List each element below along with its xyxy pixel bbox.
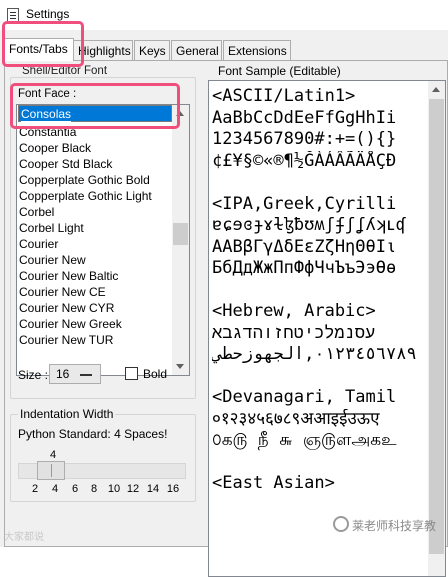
- font-sample-line: עסנמלכיטחזוהדגבא: [212, 322, 376, 343]
- font-sample-line: [212, 366, 434, 388]
- font-list-item[interactable]: Cooper Black: [18, 140, 173, 156]
- font-sample-line: 1234567890#:+=(){}: [212, 129, 397, 149]
- font-sample-line: БбДдЖжПпФфЧчЪъЭэѲѳ: [212, 258, 397, 278]
- font-list-item[interactable]: Corbel: [18, 204, 173, 220]
- font-list-scrollbar[interactable]: [172, 105, 189, 375]
- watermark-right: 莱老师科技享教: [352, 519, 437, 533]
- watermark-left: 大家都说: [4, 532, 44, 543]
- font-list-item[interactable]: Constantia: [18, 124, 173, 140]
- scroll-thumb[interactable]: [173, 223, 188, 245]
- scroll-up-icon[interactable]: [432, 87, 440, 92]
- tab-highlights[interactable]: Highlights: [73, 40, 133, 60]
- title-bar: Settings: [0, 0, 448, 30]
- settings-dialog: Fonts/Tabs Highlights Keys General Exten…: [0, 30, 448, 577]
- size-label: Size :: [18, 368, 49, 382]
- font-sample-line: AaBbCcDdEeFfGgHhIi: [212, 107, 397, 128]
- font-list-item[interactable]: Corbel Light: [18, 220, 173, 236]
- tab-general[interactable]: General: [171, 40, 222, 60]
- indent-tick-label: 16: [166, 483, 180, 495]
- indent-tick-label: 4: [51, 483, 59, 495]
- shell-editor-font-label: Shell/Editor Font: [20, 65, 110, 77]
- font-sample-line: <Devanagari, Tamil: [212, 387, 397, 407]
- scroll-up-icon[interactable]: [176, 111, 184, 116]
- font-list-item[interactable]: Courier: [18, 236, 173, 252]
- font-sample-line: ɐɕɘɞɟɤɫɮƀʊʍʃʄʃʆʎʞʟʠ: [212, 215, 407, 235]
- font-sample-line: [212, 280, 434, 302]
- font-face-label: Font Face :: [18, 88, 77, 100]
- size-select[interactable]: 16: [49, 364, 101, 384]
- tab-keys[interactable]: Keys: [134, 40, 170, 60]
- font-sample-line: ¢£¥§©«®¶½ĞÀÁÂÃÄÅÇĐ: [212, 150, 397, 171]
- sample-scrollbar[interactable]: [428, 81, 445, 576]
- indent-slider-thumb[interactable]: [37, 461, 65, 480]
- scroll-down-icon[interactable]: [176, 364, 184, 369]
- indent-tick-label: 2: [31, 483, 39, 495]
- font-sample-line: ΑΑΒβΓγΔδΕεΖζΗηΘθΙι: [212, 236, 397, 257]
- watermark-logo-icon: [333, 516, 349, 532]
- font-sample-line: <Hebrew, Arabic>: [212, 301, 376, 321]
- indent-slider-value: 4: [50, 449, 57, 461]
- font-list-item[interactable]: Courier New Baltic: [18, 268, 173, 284]
- tab-fonts-tabs[interactable]: Fonts/Tabs: [4, 38, 74, 61]
- window-title: Settings: [26, 7, 70, 21]
- scroll-thumb[interactable]: [429, 99, 444, 554]
- font-sample-line: <IPA,Greek,Cyrilli: [212, 193, 397, 214]
- font-sample-line: ०१२३४५६७८९अआइईउऊए: [212, 408, 380, 429]
- font-sample-label: Font Sample (Editable): [218, 64, 341, 78]
- font-list-item[interactable]: Copperplate Gothic Bold: [18, 172, 173, 188]
- bold-checkbox[interactable]: [125, 367, 138, 380]
- selected-font-item[interactable]: Consolas: [18, 105, 172, 122]
- dropdown-icon: [80, 374, 92, 376]
- font-list-item[interactable]: Courier New TUR: [18, 332, 173, 348]
- font-sample-textarea[interactable]: <ASCII/Latin1> AaBbCcDdEeFfGgHhIi 12345678…: [208, 80, 446, 577]
- font-sample-text: <ASCII/Latin1> AaBbCcDdEeFfGgHhIi 12345678…: [212, 86, 434, 495]
- font-list-item[interactable]: Courier New Greek: [18, 316, 173, 332]
- selected-font-label: Consolas: [21, 107, 72, 122]
- font-sample-line: [212, 452, 434, 474]
- font-list-item[interactable]: Courier New CE: [18, 284, 173, 300]
- font-list-item[interactable]: Copperplate Gothic Light: [18, 188, 173, 204]
- size-value: 16: [56, 367, 70, 381]
- bold-label: Bold: [143, 367, 168, 381]
- indent-tick-label: 10: [107, 483, 121, 495]
- font-list-items: Constantia Cooper Black Cooper Std Black Co…: [18, 124, 173, 348]
- font-sample-line: <ASCII/Latin1>: [212, 86, 356, 106]
- app-icon: [7, 8, 19, 22]
- indent-tick-label: 6: [71, 483, 79, 495]
- font-list-item[interactable]: Cooper Std Black: [18, 156, 173, 172]
- font-sample-line: ௦க௫ நீ ௬ ஞ௫ளஅகஉ: [212, 430, 397, 450]
- font-sample-line: <East Asian>: [212, 473, 335, 493]
- indentation-description: Python Standard: 4 Spaces!: [18, 427, 168, 441]
- indentation-title: Indentation Width: [18, 407, 116, 421]
- indent-tick-label: 8: [90, 483, 98, 495]
- tab-extensions[interactable]: Extensions: [223, 40, 291, 60]
- indent-tick-label: 14: [146, 483, 160, 495]
- font-list-item[interactable]: Courier New: [18, 252, 173, 268]
- font-list[interactable]: Constantia Cooper Black Cooper Std Black Co…: [16, 104, 190, 376]
- font-sample-line: ٠١٢٣٤٥٦٧٨٩,الجهوزحطي: [212, 344, 417, 364]
- font-list-item[interactable]: Courier New CYR: [18, 300, 173, 316]
- font-sample-line: [212, 172, 434, 194]
- indent-tick-label: 12: [126, 483, 140, 495]
